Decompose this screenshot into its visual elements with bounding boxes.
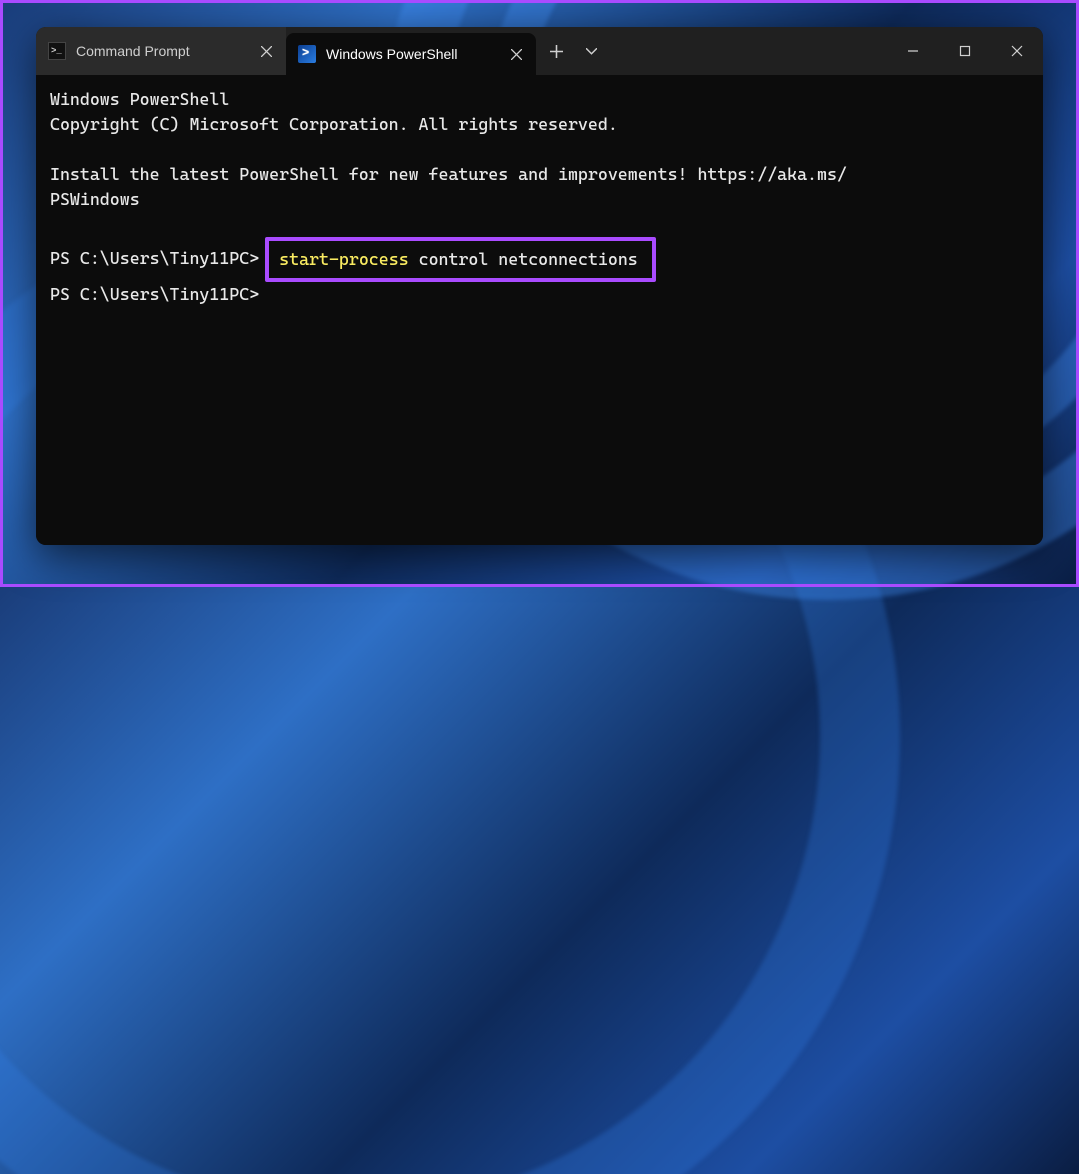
- prompt-line-1: PS C:\Users\Tiny11PC> start-process cont…: [50, 237, 1029, 282]
- cmdlet: start-process: [279, 249, 409, 269]
- close-icon: [1011, 45, 1023, 57]
- tab-powershell[interactable]: Windows PowerShell: [286, 33, 536, 75]
- terminal-window: Command Prompt Windows PowerShell: [36, 27, 1043, 545]
- close-tab-button[interactable]: [258, 43, 274, 59]
- tab-label: Command Prompt: [76, 43, 190, 59]
- minimize-icon: [907, 45, 919, 57]
- tab-command-prompt[interactable]: Command Prompt: [36, 27, 286, 75]
- command-prompt-icon: [48, 42, 66, 60]
- chevron-down-icon: [586, 48, 597, 55]
- plus-icon: [550, 45, 563, 58]
- command-highlight: start-process control netconnections: [265, 237, 656, 282]
- close-icon: [261, 46, 272, 57]
- titlebar[interactable]: Command Prompt Windows PowerShell: [36, 27, 1043, 75]
- window-controls: [887, 27, 1043, 75]
- maximize-icon: [959, 45, 971, 57]
- close-tab-button[interactable]: [508, 46, 524, 62]
- tab-label: Windows PowerShell: [326, 46, 458, 62]
- prompt-path: PS C:\Users\Tiny11PC>: [50, 248, 259, 268]
- new-tab-button[interactable]: [536, 27, 576, 75]
- maximize-button[interactable]: [939, 27, 991, 75]
- prompt-path: PS C:\Users\Tiny11PC>: [50, 284, 259, 304]
- banner-line: Copyright (C) Microsoft Corporation. All…: [50, 112, 1029, 137]
- terminal-body[interactable]: Windows PowerShellCopyright (C) Microsof…: [36, 75, 1043, 545]
- banner-line: Windows PowerShell: [50, 87, 1029, 112]
- prompt-line-2: PS C:\Users\Tiny11PC>: [50, 282, 1029, 307]
- minimize-button[interactable]: [887, 27, 939, 75]
- install-message: Install the latest PowerShell for new fe…: [50, 162, 1029, 187]
- close-window-button[interactable]: [991, 27, 1043, 75]
- install-message: PSWindows: [50, 187, 1029, 212]
- close-icon: [511, 49, 522, 60]
- tab-dropdown-button[interactable]: [576, 27, 606, 75]
- command-args: control netconnections: [409, 249, 638, 269]
- powershell-icon: [298, 45, 316, 63]
- tab-actions: [536, 27, 606, 75]
